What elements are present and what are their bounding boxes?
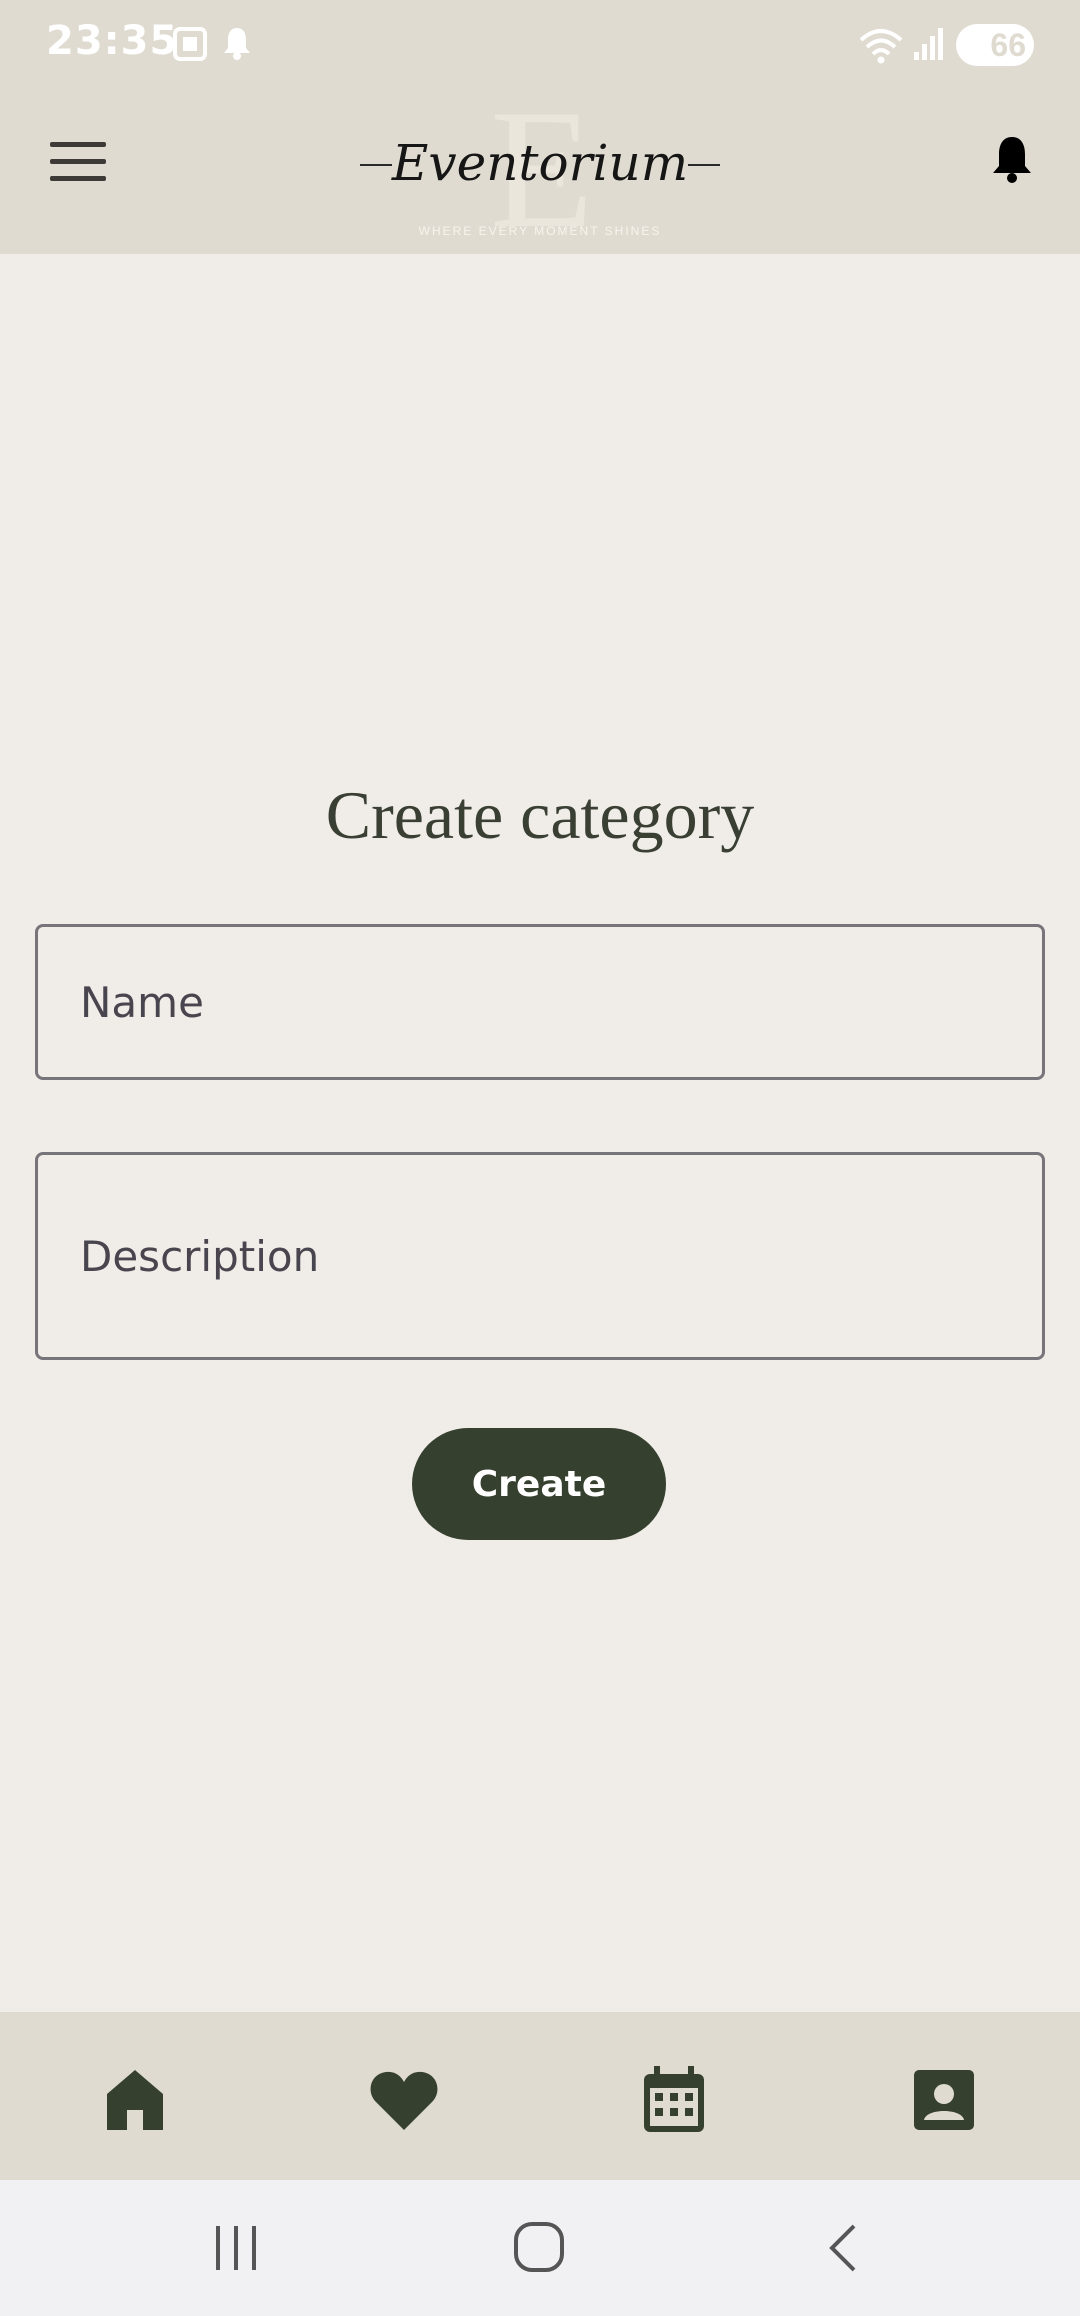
top-app-bar: E Eventorium WHERE EVERY MOMENT SHINES	[0, 84, 1080, 254]
battery-level: 66	[990, 27, 1026, 63]
logo-title: Eventorium	[391, 134, 689, 192]
app-logo: E Eventorium WHERE EVERY MOMENT SHINES	[360, 84, 720, 254]
recent-apps-icon[interactable]	[212, 2220, 260, 2281]
signal-icon	[912, 26, 944, 67]
bottom-navigation	[0, 2012, 1080, 2180]
name-field[interactable]	[35, 924, 1045, 1080]
system-navigation-bar	[0, 2180, 1080, 2316]
battery-charging-icon: 66	[956, 24, 1034, 66]
hamburger-menu-icon[interactable]	[50, 142, 106, 182]
status-time: 23:35	[46, 18, 179, 64]
bell-icon[interactable]	[990, 134, 1034, 189]
create-button[interactable]: Create	[412, 1428, 666, 1540]
wifi-icon	[858, 26, 904, 69]
home-circle-icon[interactable]	[512, 2220, 568, 2281]
notification-bell-icon	[222, 26, 252, 65]
home-icon[interactable]	[95, 2060, 175, 2140]
screenshot-icon	[172, 26, 208, 67]
heart-icon[interactable]	[364, 2060, 444, 2140]
name-input[interactable]	[38, 927, 1042, 1077]
description-input[interactable]	[38, 1155, 1042, 1357]
logo-tagline: WHERE EVERY MOMENT SHINES	[418, 224, 662, 238]
contact-profile-icon[interactable]	[904, 2060, 984, 2140]
description-field[interactable]	[35, 1152, 1045, 1360]
back-icon[interactable]	[820, 2220, 868, 2281]
page-title: Create category	[325, 777, 755, 853]
calendar-icon[interactable]	[634, 2060, 714, 2140]
